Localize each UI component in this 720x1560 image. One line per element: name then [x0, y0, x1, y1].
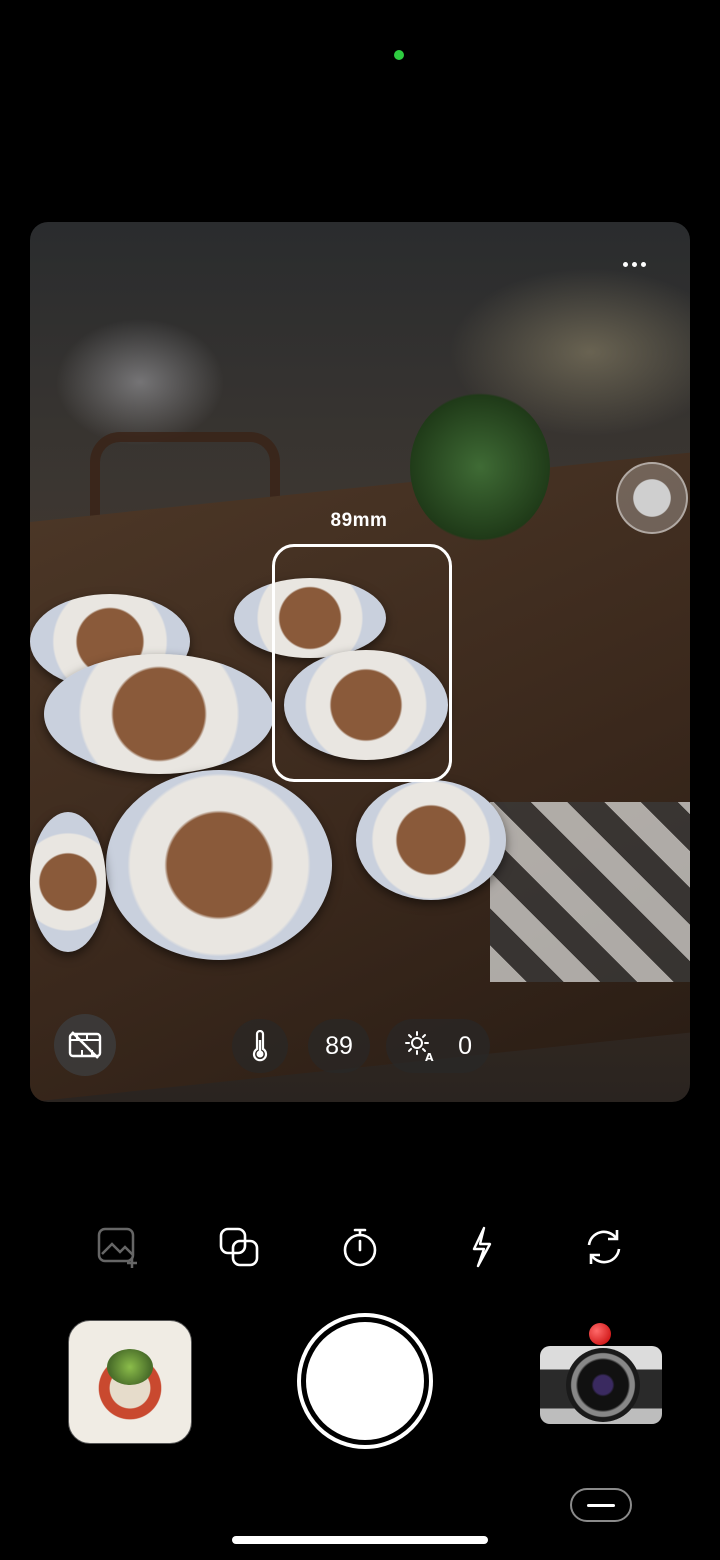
more-options-icon[interactable] — [623, 262, 646, 267]
camera-active-indicator — [394, 50, 404, 60]
sun-auto-icon: A — [405, 1031, 434, 1062]
flip-camera-button[interactable] — [579, 1222, 629, 1272]
camera-viewfinder[interactable]: 89mm 89 A 0 — [30, 222, 690, 1102]
flash-button[interactable] — [456, 1222, 506, 1272]
camera-indicator-dot — [589, 1323, 611, 1345]
viewfinder-plate — [106, 770, 332, 960]
shutter-button[interactable] — [297, 1313, 433, 1449]
zoom-label: 89mm — [330, 510, 388, 531]
image-add-icon — [97, 1227, 137, 1268]
timer-icon — [343, 1228, 377, 1267]
minus-icon — [587, 1503, 615, 1507]
svg-text:A: A — [425, 1051, 434, 1062]
focus-knob[interactable] — [616, 462, 688, 534]
thermometer-icon — [252, 1030, 268, 1062]
white-balance-button[interactable] — [232, 1019, 288, 1073]
viewfinder-plate — [44, 654, 274, 774]
rotate-camera-icon — [587, 1230, 621, 1264]
shutter-inner — [306, 1322, 424, 1440]
iso-value: 89 — [325, 1031, 353, 1060]
video-off-icon — [68, 1031, 102, 1059]
exposure-value: 0 — [458, 1031, 472, 1060]
viewfinder-floor-tiles — [490, 802, 690, 982]
add-photo-button[interactable] — [92, 1222, 142, 1272]
iso-button[interactable]: 89 — [308, 1019, 370, 1073]
flash-icon — [472, 1226, 492, 1268]
camera-toolbar — [0, 1222, 720, 1272]
viewfinder-plate — [356, 780, 506, 900]
viewfinder-plant — [410, 392, 550, 542]
menu-button[interactable] — [570, 1488, 632, 1522]
focus-frame[interactable] — [272, 544, 452, 782]
timer-button[interactable] — [335, 1222, 385, 1272]
last-photo-thumbnail[interactable] — [68, 1320, 192, 1444]
camera-lens-graphic — [566, 1348, 640, 1422]
viewfinder-plate — [30, 812, 106, 952]
video-off-button[interactable] — [54, 1014, 116, 1076]
overlay-button[interactable] — [214, 1222, 264, 1272]
exposure-button[interactable]: A 0 — [386, 1019, 490, 1073]
thumbnail-garnish — [107, 1349, 153, 1385]
overlap-squares-icon — [219, 1227, 259, 1267]
home-indicator[interactable] — [232, 1536, 488, 1544]
